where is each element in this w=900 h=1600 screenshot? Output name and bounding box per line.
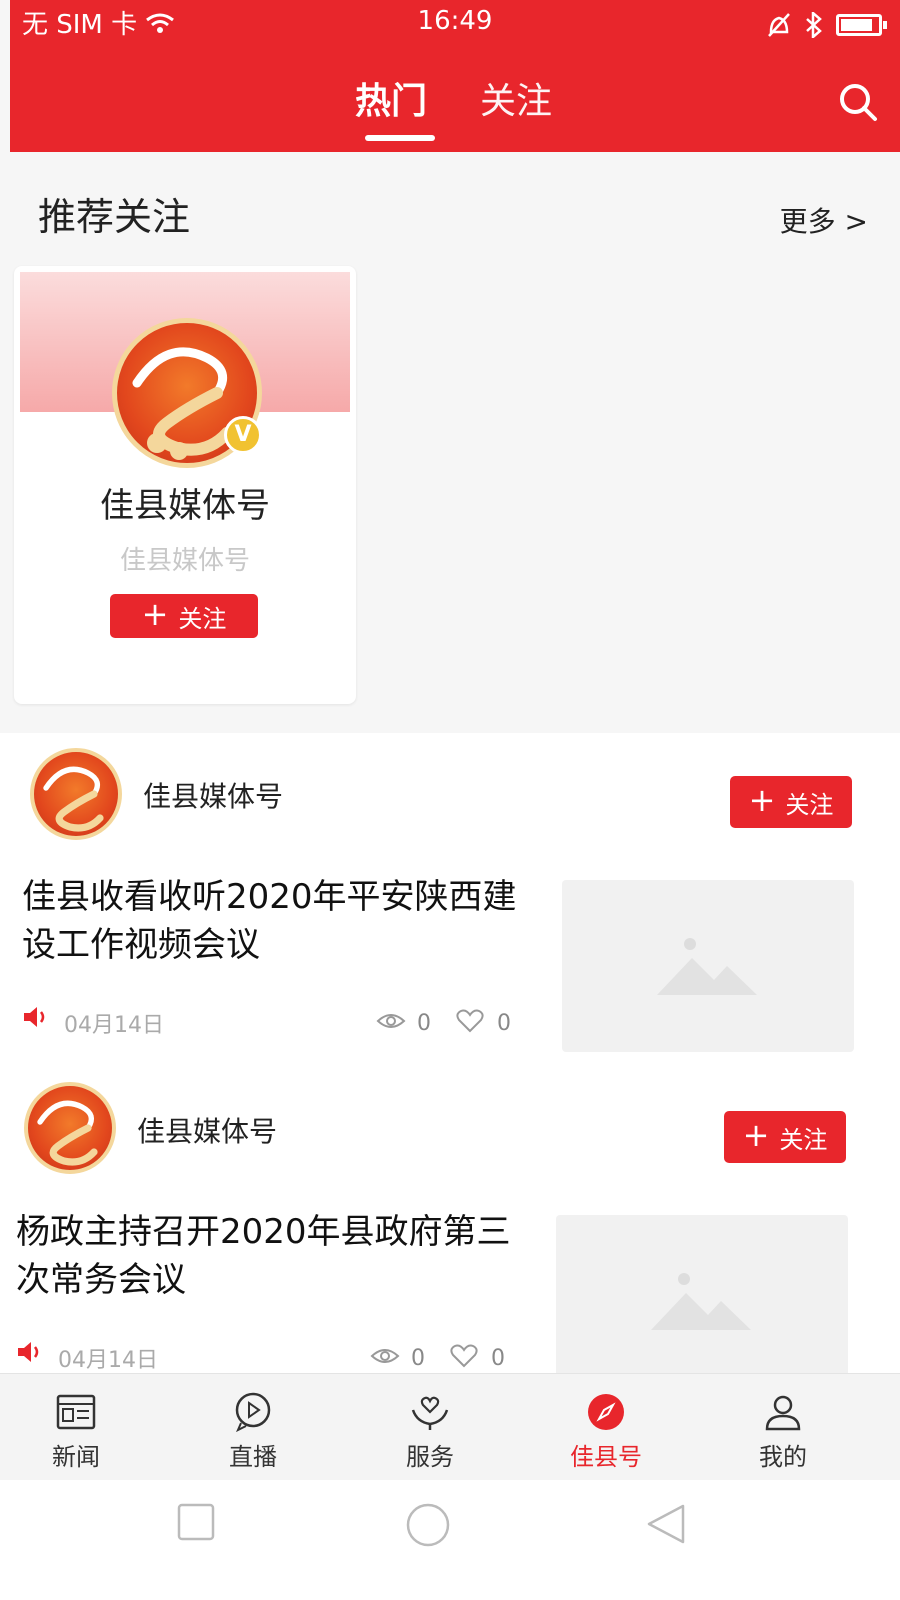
follow-button[interactable]: + 关注: [724, 1111, 846, 1163]
recommend-more-link[interactable]: 更多 >: [780, 200, 868, 240]
views-eye-icon: [370, 1349, 400, 1363]
home-icon[interactable]: [405, 1502, 451, 1548]
nav-label: 新闻: [52, 1443, 100, 1471]
feed-item[interactable]: 佳县媒体号 + 关注 佳县收看收听2020年平安陕西建设工作视频会议 04月14…: [0, 733, 900, 1068]
nav-label: 服务: [406, 1443, 454, 1471]
recommend-title: 推荐关注: [38, 195, 191, 239]
follow-label: 关注: [779, 1125, 828, 1154]
author-avatar[interactable]: [30, 748, 122, 840]
top-tabs: 热门 关注: [10, 72, 900, 132]
feed-list: 佳县媒体号 + 关注 佳县收看收听2020年平安陕西建设工作视频会议 04月14…: [0, 733, 900, 1387]
dragon-logo-icon: [43, 766, 104, 832]
article-thumbnail[interactable]: [556, 1215, 848, 1387]
tab-follow[interactable]: 关注: [480, 72, 552, 124]
nav-item-jiaxian[interactable]: 佳县号: [556, 1389, 656, 1472]
image-placeholder-icon: [657, 938, 757, 995]
vibrate-off-icon: [768, 13, 790, 37]
image-placeholder-icon: [651, 1273, 751, 1330]
battery-icon: [836, 14, 887, 36]
like-heart-icon[interactable]: [450, 1344, 478, 1368]
speaker-icon[interactable]: [16, 1340, 44, 1364]
status-bar: 无 SIM 卡 16:49: [10, 0, 900, 50]
plus-icon: +: [742, 1116, 770, 1154]
compass-icon: [588, 1394, 624, 1430]
card-subtitle: 佳县媒体号: [119, 546, 250, 576]
follow-button[interactable]: + 关注: [730, 776, 852, 828]
search-icon[interactable]: [836, 80, 880, 124]
live-icon: [235, 1392, 271, 1432]
back-icon[interactable]: [645, 1502, 687, 1546]
tab-hot[interactable]: 热门: [355, 72, 427, 124]
nav-label: 佳县号: [570, 1443, 642, 1471]
nav-item-service[interactable]: 服务: [380, 1389, 480, 1472]
article-thumbnail[interactable]: [562, 880, 854, 1052]
verified-badge: V: [224, 416, 262, 454]
news-icon: [56, 1394, 96, 1430]
likes-count: 0: [491, 1346, 505, 1371]
battery-fill: [841, 19, 872, 31]
article-title[interactable]: 杨政主持召开2020年县政府第三次常务会议: [16, 1208, 526, 1304]
speaker-icon[interactable]: [22, 1005, 50, 1029]
nav-item-news[interactable]: 新闻: [26, 1389, 126, 1472]
article-title[interactable]: 佳县收看收听2020年平安陕西建设工作视频会议: [22, 873, 532, 969]
author-name[interactable]: 佳县媒体号: [143, 775, 283, 815]
dragon-logo-icon: [37, 1100, 98, 1166]
views-count: 0: [417, 1011, 431, 1036]
nav-item-mine[interactable]: 我的: [733, 1389, 833, 1472]
follow-label: 关注: [178, 604, 227, 633]
article-date: 04月14日: [58, 1348, 158, 1373]
follow-label: 关注: [785, 790, 834, 819]
plus-icon: +: [748, 781, 776, 819]
feed-item[interactable]: 佳县媒体号 + 关注 杨政主持召开2020年县政府第三次常务会议 04月14日 …: [0, 1068, 900, 1403]
status-right: [766, 12, 887, 38]
views-eye-icon: [376, 1014, 406, 1028]
card-follow-button[interactable]: + 关注: [110, 594, 258, 638]
article-date: 04月14日: [64, 1013, 164, 1038]
nav-item-live[interactable]: 直播: [203, 1389, 303, 1472]
bottom-nav: 新闻 直播 服务 佳县号 我的: [0, 1373, 900, 1480]
plus-icon: +: [141, 595, 169, 633]
tab-active-indicator: [365, 135, 435, 141]
nav-label: 我的: [759, 1443, 807, 1471]
service-icon: [411, 1396, 449, 1430]
likes-count: 0: [497, 1011, 511, 1036]
card-name: 佳县媒体号: [100, 486, 270, 526]
author-avatar[interactable]: [24, 1082, 116, 1174]
app-header: 无 SIM 卡 16:49 热门 关注: [10, 0, 900, 152]
system-nav-bar: [0, 1480, 900, 1600]
recent-apps-icon[interactable]: [176, 1502, 216, 1542]
nav-label: 直播: [229, 1443, 277, 1471]
profile-icon: [765, 1395, 801, 1431]
bluetooth-icon: [806, 12, 822, 38]
like-heart-icon[interactable]: [456, 1009, 484, 1033]
views-count: 0: [411, 1346, 425, 1371]
author-name[interactable]: 佳县媒体号: [137, 1110, 277, 1150]
